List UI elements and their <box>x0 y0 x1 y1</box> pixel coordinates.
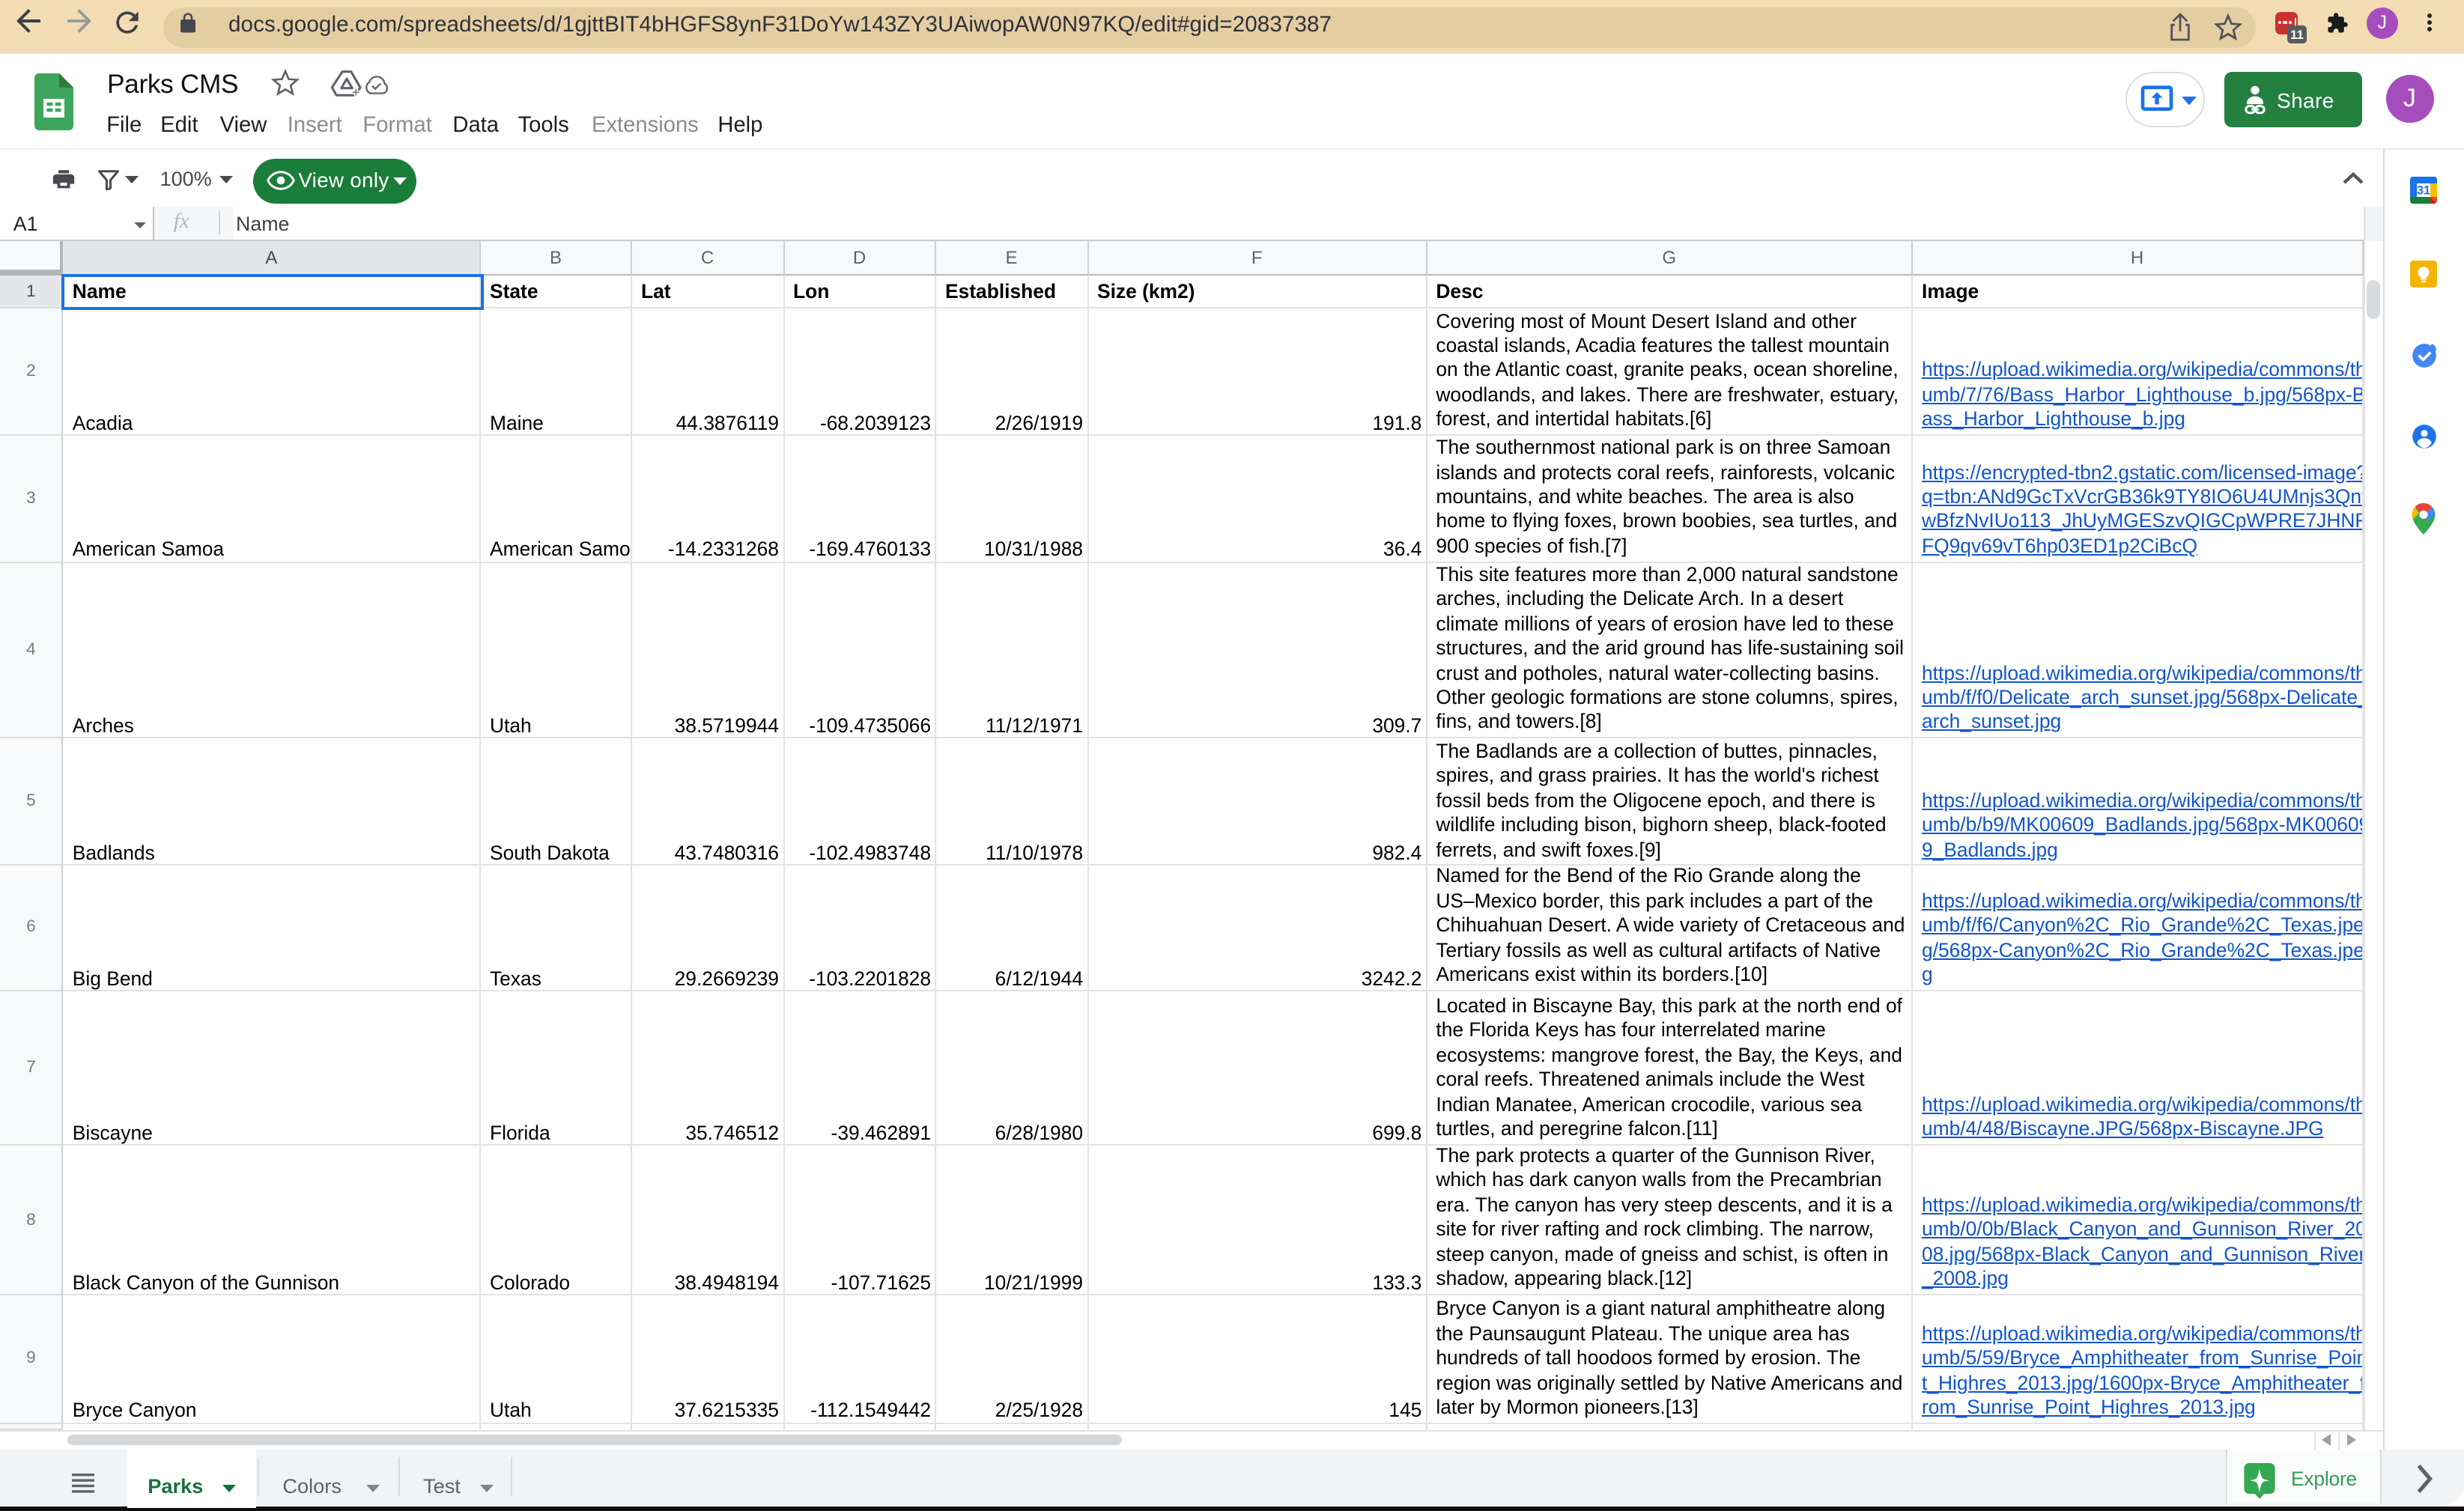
svg-text:31: 31 <box>2417 184 2430 198</box>
